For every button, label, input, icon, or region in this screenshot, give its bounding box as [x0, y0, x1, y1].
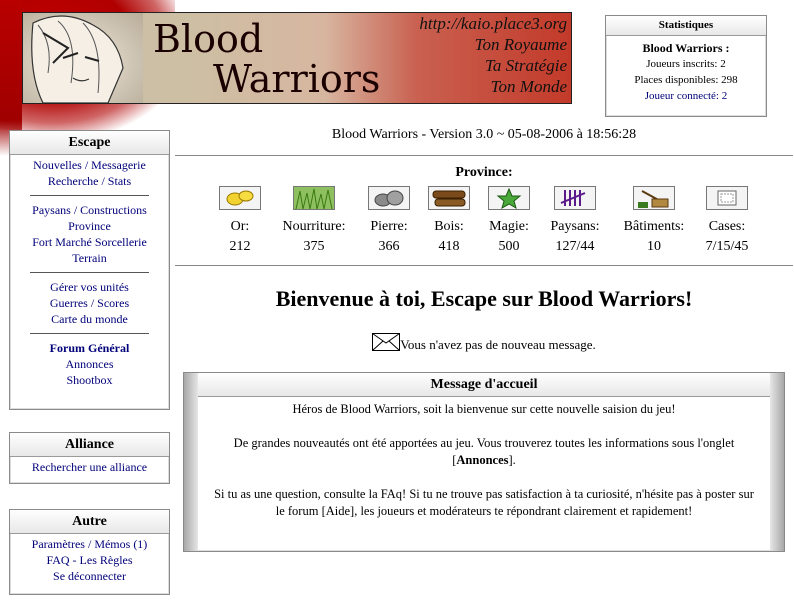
stats-places: Places disponibles: 298: [634, 74, 738, 86]
province-title: Province:: [455, 165, 513, 180]
magic-star-icon: [488, 186, 530, 210]
stats-joueur-connecte-link[interactable]: Joueur connecté: 2: [620, 88, 752, 104]
building-icon: [633, 186, 675, 210]
accueil-p2: De grandes nouveautés ont été apportées …: [214, 435, 754, 469]
version-line: Blood Warriors - Version 3.0 ~ 05-08-200…: [331, 127, 637, 142]
resource-cases: Cases: 7/15/45: [689, 186, 765, 257]
resource-or-value: 212: [229, 239, 251, 254]
resource-batiments: Bâtiments: 10: [616, 186, 692, 257]
logo-warriors: Warriors: [213, 57, 381, 101]
menu-autre: Autre Paramètres / Mémos (1) FAQ - Les R…: [9, 509, 170, 595]
link-shootbox[interactable]: Shootbox: [10, 372, 169, 388]
slogan: http://kaio.place3.org Ton Royaume Ta St…: [419, 13, 567, 97]
resource-magie-value: 500: [498, 239, 520, 254]
divider: [30, 272, 149, 273]
resource-nourriture-value: 375: [303, 239, 325, 254]
menu-escape-header: Escape: [10, 131, 169, 155]
welcome-heading: Bienvenue à toi, Escape sur Blood Warrio…: [275, 286, 693, 311]
gold-icon: [219, 186, 261, 210]
link-terrain[interactable]: Terrain: [10, 250, 169, 266]
logo-blood: Blood: [153, 17, 264, 61]
menu-autre-header: Autre: [10, 510, 169, 534]
resource-batiments-value: 10: [647, 239, 661, 254]
header-banner: Blood Warriors http://kaio.place3.org To…: [22, 12, 572, 104]
no-message-line: Vous n'avez pas de nouveau message.: [175, 333, 793, 353]
link-rechercher-alliance[interactable]: Rechercher une alliance: [10, 459, 169, 475]
link-faq-regles[interactable]: FAQ - Les Règles: [10, 552, 169, 568]
accueil-p1: Héros de Blood Warriors, soit la bienven…: [292, 402, 676, 416]
divider: [175, 155, 793, 156]
link-province[interactable]: Province: [10, 218, 169, 234]
menu-escape: Escape Nouvelles / Messagerie Recherche …: [9, 130, 170, 410]
warrior-portrait: [23, 13, 143, 103]
link-forum-general[interactable]: Forum Général: [10, 340, 169, 356]
resource-nourriture: Nourriture: 375: [276, 186, 352, 257]
panel-shade-right: [770, 373, 784, 551]
divider: [175, 265, 793, 266]
no-message-text: Vous n'avez pas de nouveau message.: [400, 337, 596, 352]
link-annonces[interactable]: Annonces: [10, 356, 169, 372]
tally-icon: [554, 186, 596, 210]
stats-joueurs-inscrits: Joueurs inscrits: 2: [646, 58, 726, 70]
stats-game-title: Blood Warriors :: [642, 41, 730, 55]
resource-or: Or: 212: [202, 186, 278, 257]
divider: [30, 195, 149, 196]
menu-alliance-header: Alliance: [10, 433, 169, 457]
tile-icon: [706, 186, 748, 210]
link-recherche-stats[interactable]: Recherche / Stats: [10, 173, 169, 189]
stone-icon: [368, 186, 410, 210]
menu-alliance: Alliance Rechercher une alliance: [9, 432, 170, 484]
accueil-panel: Message d'accueil Héros de Blood Warrior…: [183, 372, 785, 552]
envelope-icon[interactable]: [372, 333, 401, 351]
link-se-deconnecter[interactable]: Se déconnecter: [10, 568, 169, 584]
annonces-inline-link[interactable]: Annonces: [456, 453, 508, 467]
slogan-strategie: Ta Stratégie: [484, 56, 567, 75]
slogan-royaume: Ton Royaume: [474, 35, 567, 54]
stats-header: Statistiques: [606, 16, 766, 36]
resource-magie: Magie: 500: [471, 186, 547, 257]
link-fort-marche-sorcellerie[interactable]: Fort Marché Sorcellerie: [10, 234, 169, 250]
panel-shade-left: [184, 373, 198, 551]
site-url: http://kaio.place3.org: [419, 14, 567, 33]
divider: [30, 333, 149, 334]
grass-icon: [293, 186, 335, 210]
link-guerres-scores[interactable]: Guerres / Scores: [10, 295, 169, 311]
accueil-p3: Si tu as une question, consulte la FAq! …: [214, 487, 754, 518]
link-carte-monde[interactable]: Carte du monde: [10, 311, 169, 327]
wood-icon: [428, 186, 470, 210]
resource-paysans-value: 127/44: [555, 239, 595, 254]
accueil-p2-end: ].: [508, 453, 516, 467]
slogan-monde: Ton Monde: [490, 77, 567, 96]
resource-cases-value: 7/15/45: [705, 239, 749, 254]
link-paysans-constructions[interactable]: Paysans / Constructions: [10, 202, 169, 218]
link-parametres-memos[interactable]: Paramètres / Mémos (1): [10, 536, 169, 552]
link-gerer-unites[interactable]: Gérer vos unités: [10, 279, 169, 295]
link-nouvelles-messagerie[interactable]: Nouvelles / Messagerie: [10, 157, 169, 173]
accueil-header: Message d'accueil: [184, 373, 784, 397]
resource-paysans: Paysans: 127/44: [537, 186, 613, 257]
stats-panel: Statistiques Blood Warriors : Joueurs in…: [605, 15, 767, 117]
